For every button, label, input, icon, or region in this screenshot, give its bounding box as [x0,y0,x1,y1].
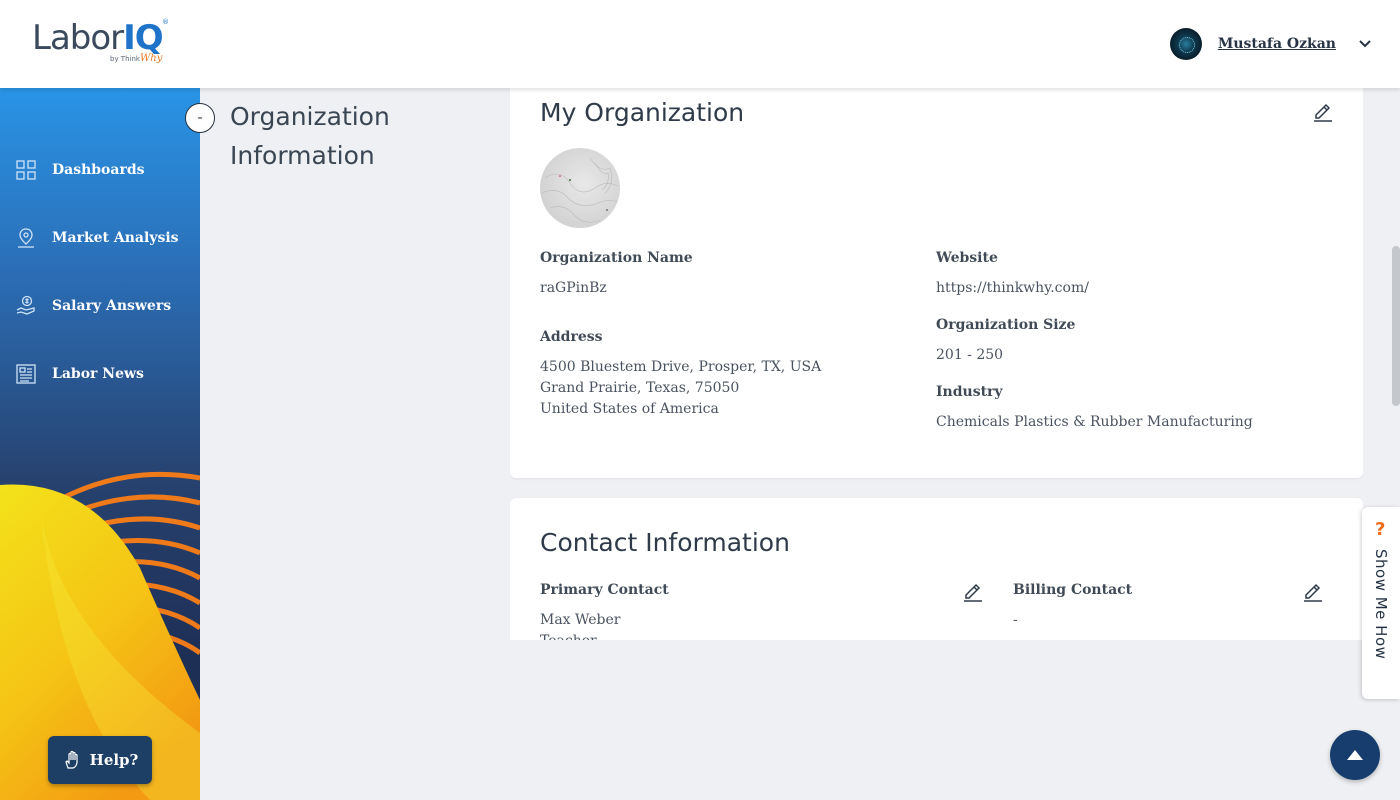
top-header: LaborIQ ® by ThinkWhy Mustafa Ozkan [0,0,1400,88]
sidebar-item-label: Dashboards [52,162,145,178]
content-scroll-area: My Organization Organization Name raGPin… [510,88,1363,640]
org-size-value: 201 - 250 [936,347,1004,363]
show-me-how-tab[interactable]: ? Show Me How [1362,507,1400,699]
industry-label: Industry [936,384,1003,400]
card-title: Contact Information [540,528,790,557]
primary-contact-label: Primary Contact [540,582,669,598]
laboriq-logo[interactable]: LaborIQ ® by ThinkWhy [32,18,172,70]
grid-icon [16,160,36,180]
primary-contact-name: Max Weber [540,612,621,628]
sidebar-item-label: Market Analysis [52,230,179,246]
address-line-3: United States of America [540,401,719,417]
avatar[interactable] [1169,28,1202,60]
map-texture-image [541,157,620,223]
billing-contact-label: Billing Contact [1013,582,1133,598]
sidebar-item-label: Labor News [52,366,144,382]
address-value: 4500 Bluestem Drive, Prosper, TX, USA Gr… [540,357,821,420]
hand-icon [64,750,78,769]
newspaper-icon [16,364,36,384]
sidebar-item-label: Salary Answers [52,298,172,314]
map-pin-icon [18,228,34,248]
organization-logo [540,148,620,228]
sidebar: Dashboards Market Analysis Salary Answer… [0,88,200,800]
primary-contact-value: Max Weber Teacher [540,610,621,640]
logo-text: LaborIQ [32,18,164,58]
logo-trademark: ® [162,18,169,26]
show-me-how-label: Show Me How [1372,549,1390,660]
question-icon: ? [1375,519,1386,540]
edit-pencil-icon[interactable] [1312,100,1334,122]
user-name[interactable]: Mustafa Ozkan [1218,36,1336,52]
website-value[interactable]: https://thinkwhy.com/ [936,278,1089,299]
billing-contact-value: - [1013,612,1018,628]
help-button[interactable]: Help? [48,736,152,784]
edit-pencil-icon[interactable] [1302,580,1324,602]
scrollbar-thumb[interactable] [1392,246,1400,406]
sidebar-item-salary-answers[interactable]: Salary Answers [0,286,200,326]
sidebar-item-dashboards[interactable]: Dashboards [0,150,200,190]
page-title: Organization Information [230,102,390,170]
address-line-1: 4500 Bluestem Drive, Prosper, TX, USA [540,359,822,375]
sidebar-wave-decoration [0,463,200,800]
chevron-down-icon[interactable] [1358,37,1372,51]
collapse-button[interactable]: - [185,103,215,133]
logo-byline: by ThinkWhy [110,53,163,64]
my-organization-card: My Organization Organization Name raGPin… [510,88,1363,478]
website-label: Website [936,250,998,266]
edit-pencil-icon[interactable] [962,580,984,602]
scroll-to-top-button[interactable] [1330,730,1380,780]
industry-value: Chemicals Plastics & Rubber Manufacturin… [936,414,1253,430]
contact-information-card: Contact Information Primary Contact Max … [510,498,1363,640]
sidebar-item-market-analysis[interactable]: Market Analysis [0,218,200,258]
user-menu[interactable]: Mustafa Ozkan [1169,28,1372,60]
caret-up-icon [1347,750,1363,760]
org-name-label: Organization Name [540,250,693,266]
address-line-2: Grand Prairie, Texas, 75050 [540,380,740,396]
address-label: Address [540,329,603,345]
salary-hand-icon [16,295,35,315]
org-name-value: raGPinBz [540,280,607,296]
help-label: Help? [89,751,139,769]
sidebar-item-labor-news[interactable]: Labor News [0,354,200,394]
primary-contact-role: Teacher [540,631,621,640]
org-size-label: Organization Size [936,317,1076,333]
card-title: My Organization [540,98,745,127]
